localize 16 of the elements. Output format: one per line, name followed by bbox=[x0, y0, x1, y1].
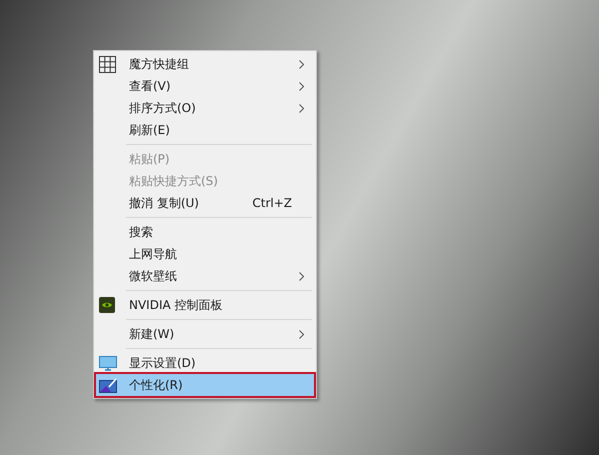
eye-logo-icon bbox=[99, 297, 115, 313]
menu-item[interactable]: 新建(W) bbox=[96, 323, 314, 345]
menu-item[interactable]: 微软壁纸 bbox=[96, 265, 314, 287]
menu-item[interactable]: 上网导航 bbox=[96, 243, 314, 265]
monitor-brush-icon bbox=[99, 378, 117, 392]
menu-item[interactable]: 个性化(R) bbox=[96, 374, 314, 396]
menu-item[interactable]: 显示设置(D) bbox=[96, 352, 314, 374]
monitor-icon bbox=[99, 356, 117, 370]
menu-item[interactable]: 搜索 bbox=[96, 221, 314, 243]
menu-item[interactable]: 刷新(E) bbox=[96, 119, 314, 141]
menu-item[interactable]: 魔方快捷组 bbox=[96, 53, 314, 75]
menu-item[interactable]: NVIDIA 控制面板 bbox=[96, 294, 314, 316]
grid-icon bbox=[99, 56, 116, 72]
menu-item[interactable]: 查看(V) bbox=[96, 75, 314, 97]
menu-item[interactable]: 撤消 复制(U) Ctrl+Z bbox=[96, 192, 314, 214]
menu-item[interactable]: 排序方式(O) bbox=[96, 97, 314, 119]
